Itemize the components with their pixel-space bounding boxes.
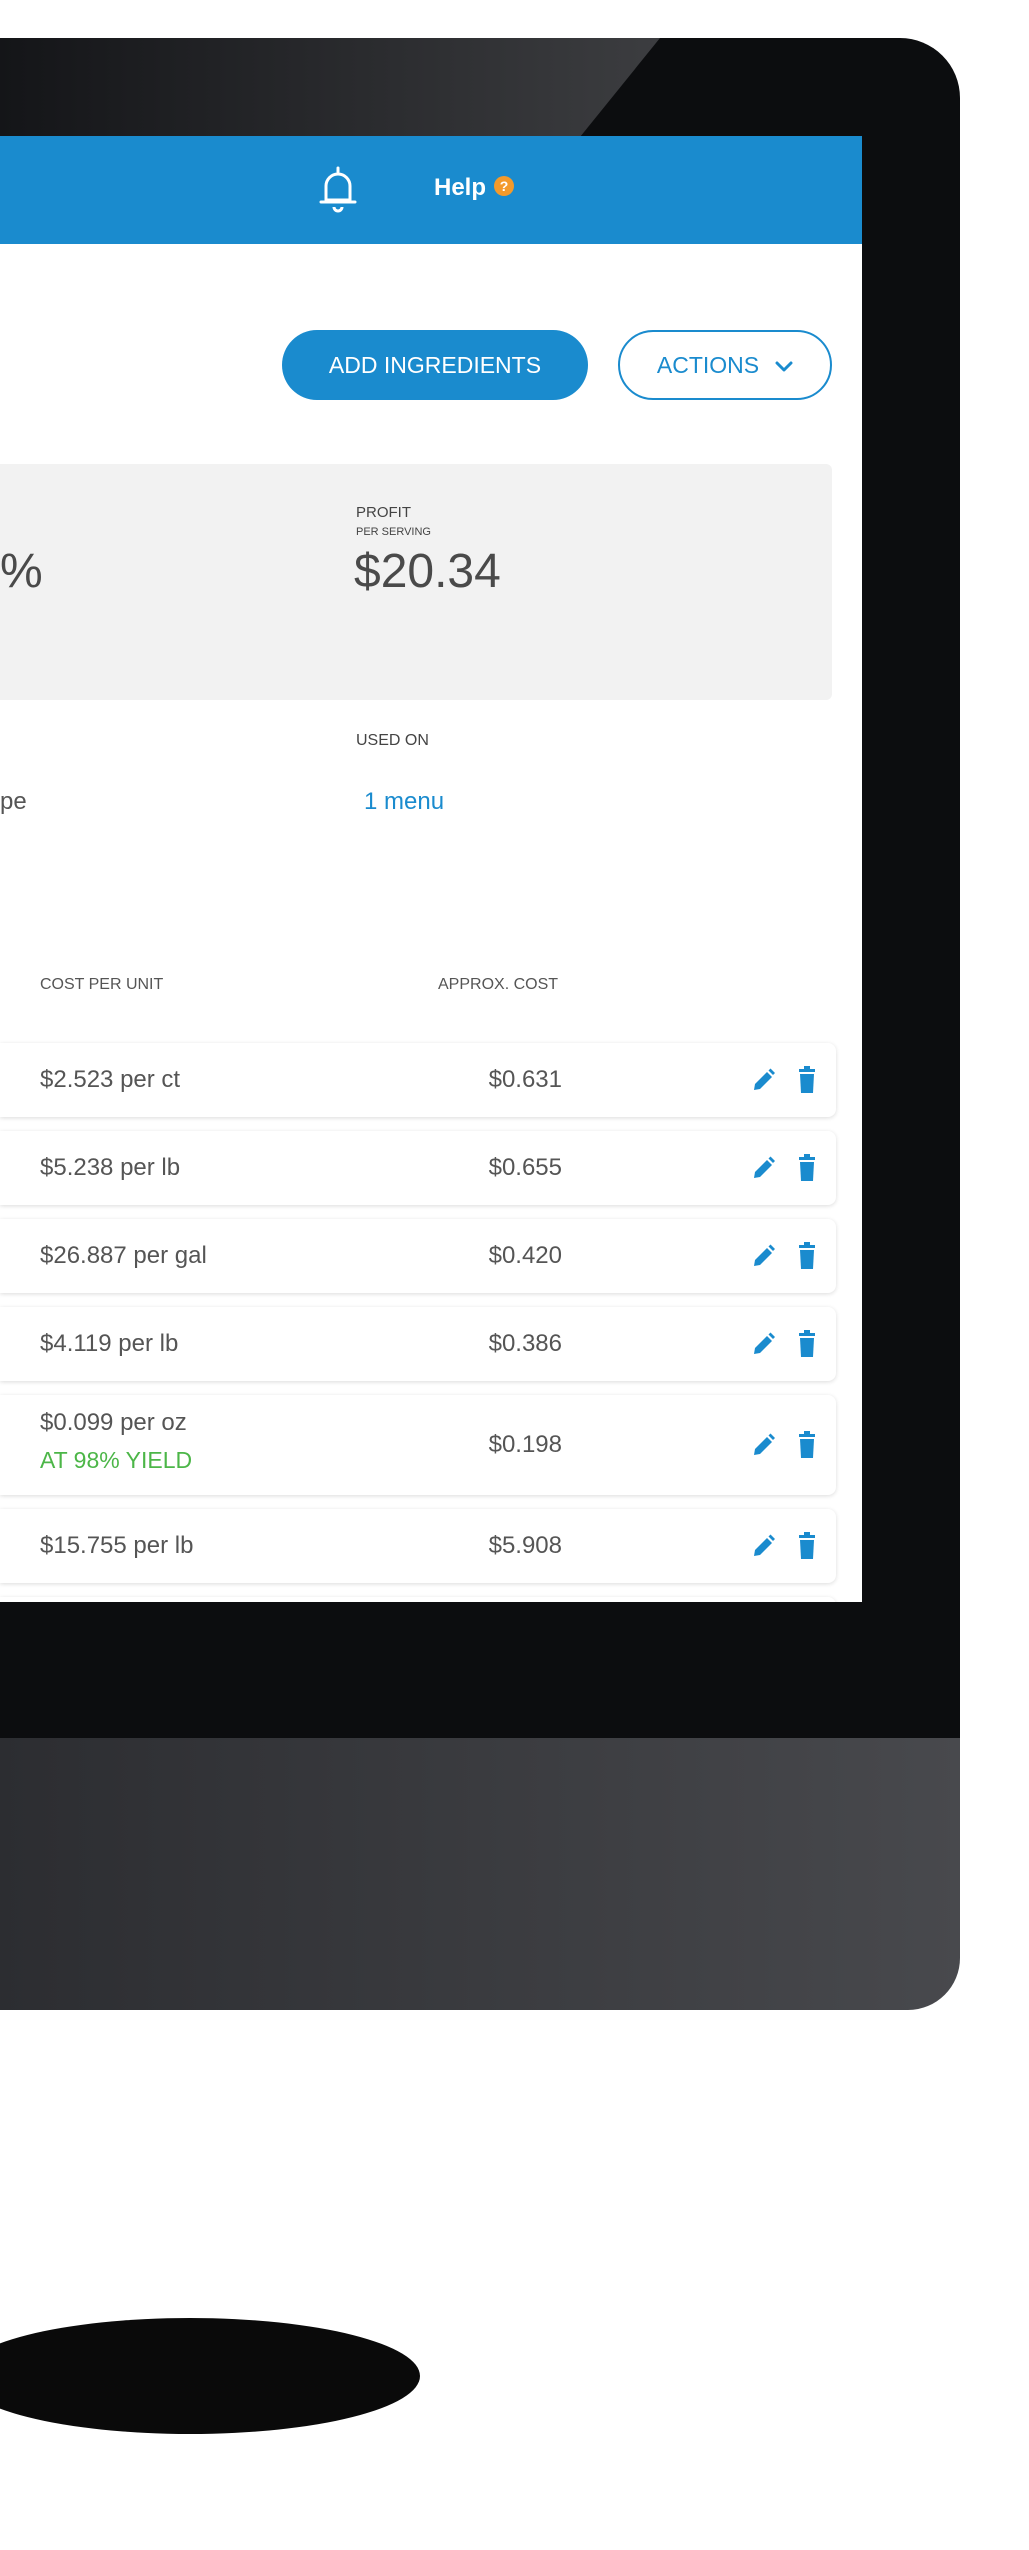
used-on-menu-link[interactable]: 1 menu xyxy=(364,788,444,816)
row-cost-per-unit: $15.755 per lb xyxy=(40,1532,194,1559)
trash-icon[interactable] xyxy=(794,1066,820,1094)
percent-value: % xyxy=(0,545,43,598)
row-cost-per-unit: $4.119 per lb xyxy=(40,1330,179,1357)
stats-panel: % PROFIT PER SERVING $20.34 xyxy=(0,464,832,700)
trash-icon[interactable] xyxy=(794,1242,820,1270)
help-badge-icon[interactable]: ? xyxy=(494,176,514,196)
row-cost-per-unit: $2.523 per ct xyxy=(40,1066,181,1093)
ingredient-row: $0.099 per oz AT 98% YIELD $0.198 xyxy=(0,1395,836,1495)
ingredient-row: $26.887 per gal $0.420 xyxy=(0,1219,836,1293)
row-approx-cost: $0.631 xyxy=(488,1066,562,1093)
column-header-cost-per-unit: COST PER UNIT xyxy=(40,976,164,993)
ingredient-row: $5.238 per lb $0.655 xyxy=(0,1131,836,1205)
bell-icon[interactable] xyxy=(318,164,358,214)
ingredient-row: $2.523 per ct $0.631 xyxy=(0,1043,836,1117)
ingredient-row: $4.119 per lb $0.386 xyxy=(0,1307,836,1381)
trash-icon[interactable] xyxy=(794,1154,820,1182)
bezel-glare xyxy=(0,38,660,136)
pencil-icon[interactable] xyxy=(750,1532,776,1560)
recipe-type-fragment: pe xyxy=(0,788,27,815)
trash-icon[interactable] xyxy=(794,1330,820,1358)
row-approx-cost: $5.908 xyxy=(488,1532,562,1559)
help-link[interactable]: Help xyxy=(434,174,486,202)
row-approx-cost: $0.198 xyxy=(488,1431,562,1458)
trash-icon[interactable] xyxy=(794,1431,820,1459)
profit-label: PROFIT xyxy=(356,504,411,521)
row-cost-per-unit: $5.238 per lb xyxy=(40,1154,181,1181)
pencil-icon[interactable] xyxy=(750,1330,776,1358)
actions-dropdown-button[interactable]: ACTIONS xyxy=(618,330,832,400)
row-approx-cost: $0.386 xyxy=(488,1330,562,1357)
profit-sublabel: PER SERVING xyxy=(356,526,431,538)
trash-icon[interactable] xyxy=(794,1532,820,1560)
row-cost-per-unit: $0.099 per oz xyxy=(40,1409,187,1436)
actions-label: ACTIONS xyxy=(656,351,760,378)
pencil-icon[interactable] xyxy=(750,1154,776,1182)
column-header-approx-cost: APPROX. COST xyxy=(438,976,559,993)
add-ingredients-button[interactable]: ADD INGREDIENTS xyxy=(282,330,588,400)
row-approx-cost: $0.420 xyxy=(488,1242,562,1269)
chevron-down-icon xyxy=(775,352,793,379)
monitor-stand-shadow xyxy=(0,2318,420,2434)
monitor-chin xyxy=(0,1738,960,2010)
app-screen: Help ? ADD INGREDIENTS ACTIONS % PROFIT … xyxy=(0,136,862,1602)
profit-value: $20.34 xyxy=(354,545,501,598)
pencil-icon[interactable] xyxy=(750,1431,776,1459)
pencil-icon[interactable] xyxy=(750,1242,776,1270)
row-approx-cost: $0.655 xyxy=(488,1154,562,1181)
ingredient-row: $15.755 per lb $5.908 xyxy=(0,1509,836,1583)
used-on-label: USED ON xyxy=(356,732,429,749)
pencil-icon[interactable] xyxy=(750,1066,776,1094)
row-cost-per-unit: $26.887 per gal xyxy=(40,1242,207,1269)
top-nav-bar: Help ? xyxy=(0,136,862,244)
row-yield: AT 98% YIELD xyxy=(40,1447,193,1473)
ingredient-row: $0.358 per units$1.074 xyxy=(0,1597,836,1602)
